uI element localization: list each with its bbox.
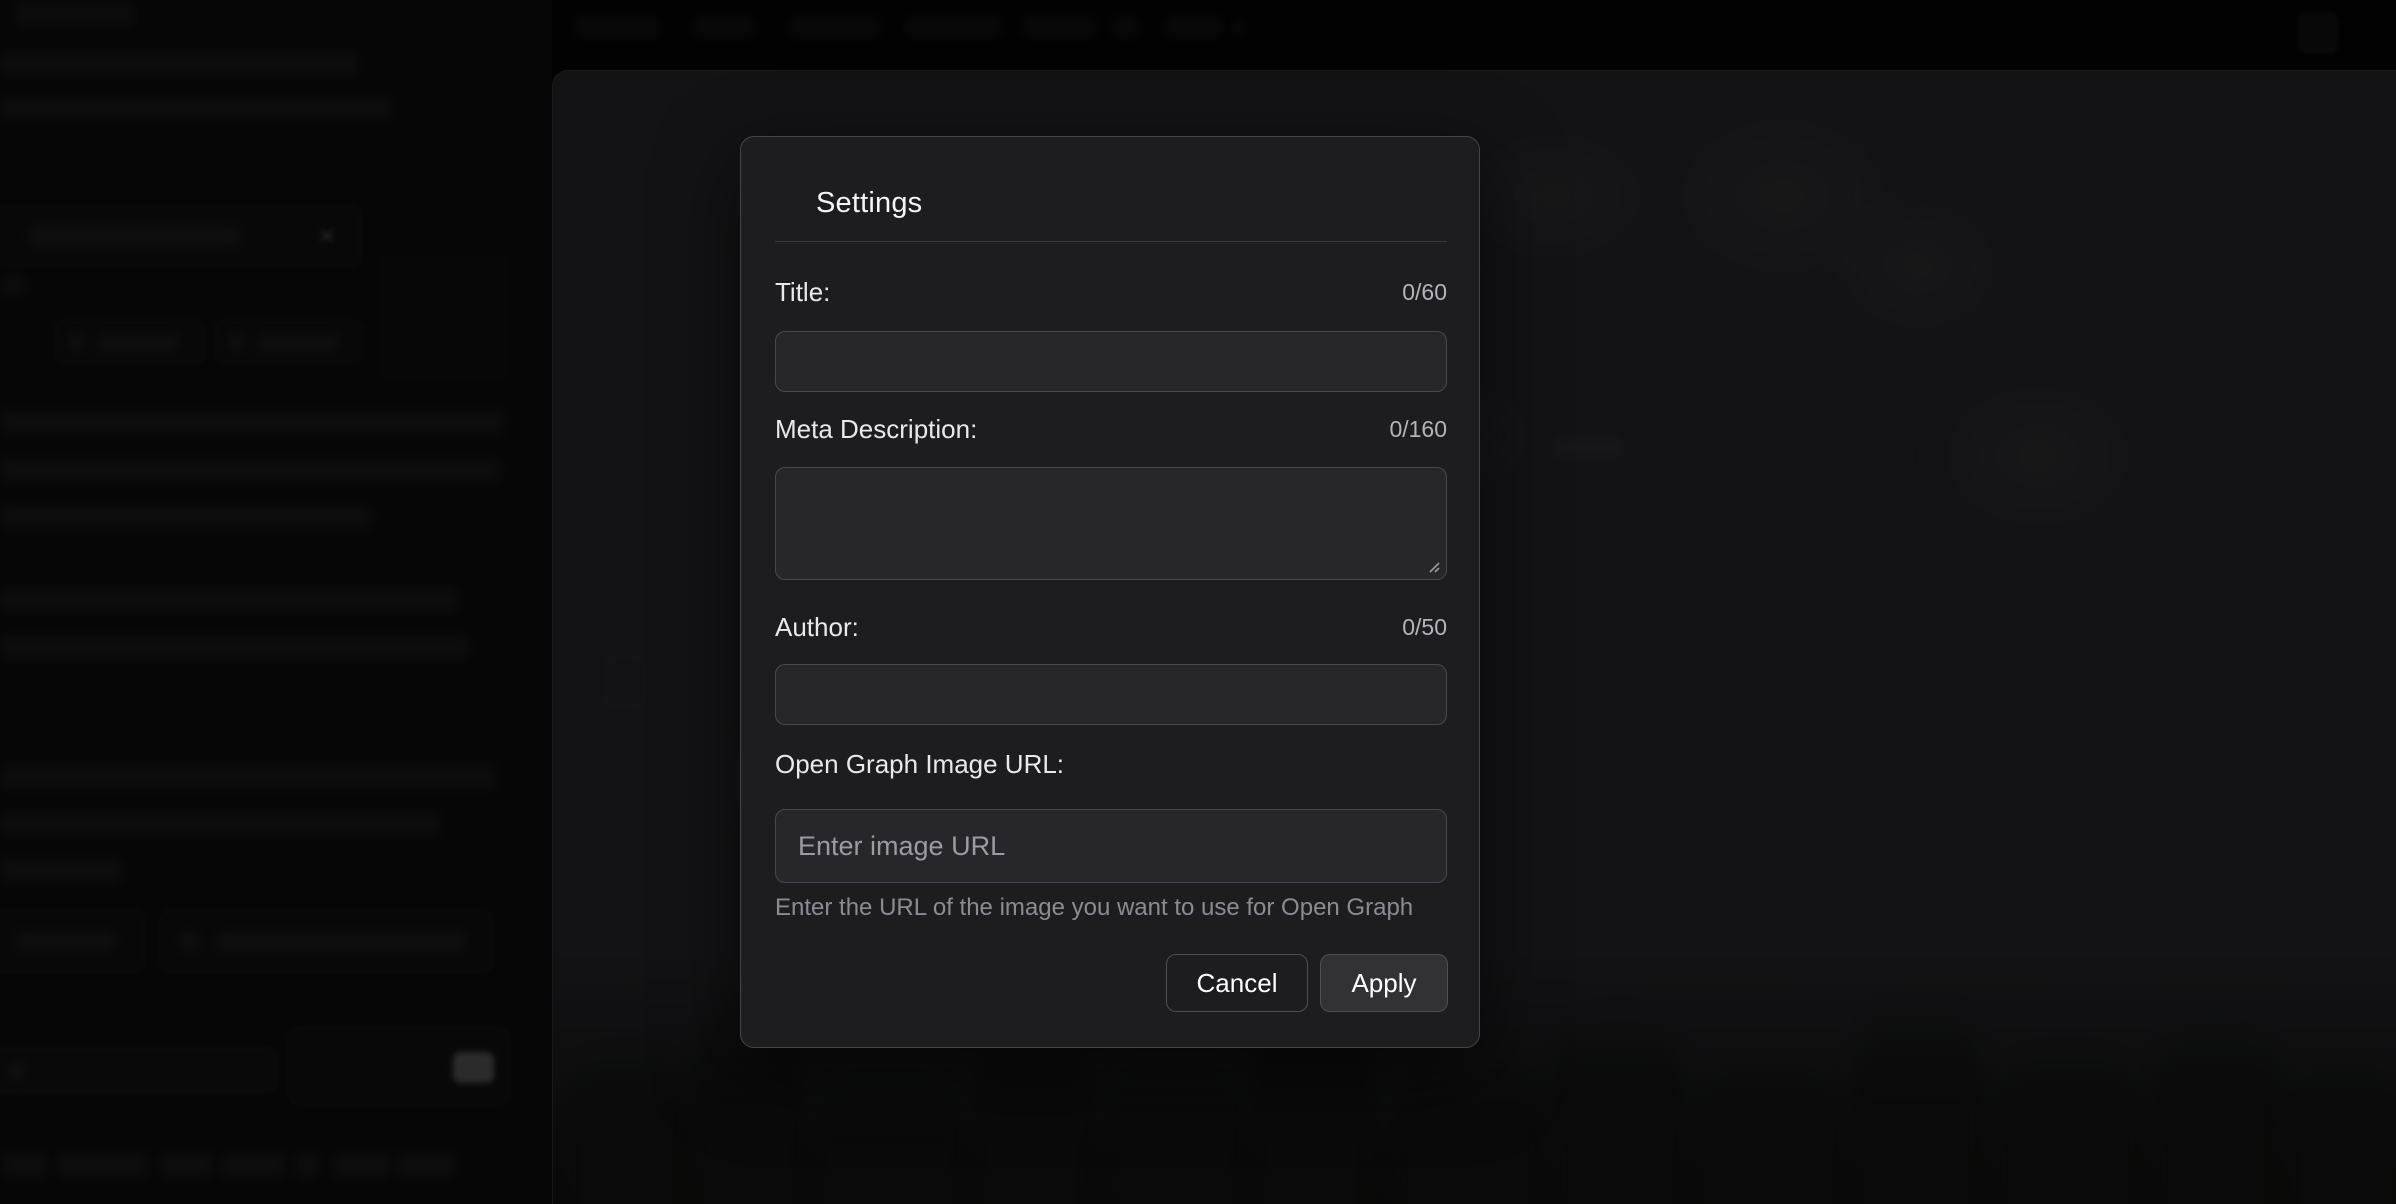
- divider: [775, 241, 1447, 242]
- title-label: Title:: [775, 277, 830, 308]
- cancel-button[interactable]: Cancel: [1166, 954, 1308, 1012]
- og-image-url-input[interactable]: [775, 809, 1447, 883]
- textarea-resize-handle[interactable]: [1425, 558, 1441, 574]
- meta-description-label-row: Meta Description: 0/160: [775, 414, 1447, 445]
- author-char-counter: 0/50: [1402, 612, 1447, 641]
- author-input[interactable]: [775, 664, 1447, 725]
- apply-button[interactable]: Apply: [1320, 954, 1448, 1012]
- settings-dialog: Settings Title: 0/60 Meta Description: 0…: [740, 136, 1480, 1048]
- title-char-counter: 0/60: [1402, 277, 1447, 306]
- dialog-title: Settings: [816, 187, 922, 220]
- og-image-helper-text: Enter the URL of the image you want to u…: [775, 894, 1447, 922]
- title-input[interactable]: [775, 331, 1447, 392]
- meta-description-label: Meta Description:: [775, 414, 977, 445]
- author-label: Author:: [775, 612, 859, 643]
- og-image-url-label: Open Graph Image URL:: [775, 749, 1064, 780]
- meta-description-char-counter: 0/160: [1389, 414, 1447, 443]
- author-label-row: Author: 0/50: [775, 612, 1447, 643]
- title-label-row: Title: 0/60: [775, 277, 1447, 308]
- meta-description-textarea[interactable]: [775, 467, 1447, 580]
- og-image-label-row: Open Graph Image URL:: [775, 749, 1447, 780]
